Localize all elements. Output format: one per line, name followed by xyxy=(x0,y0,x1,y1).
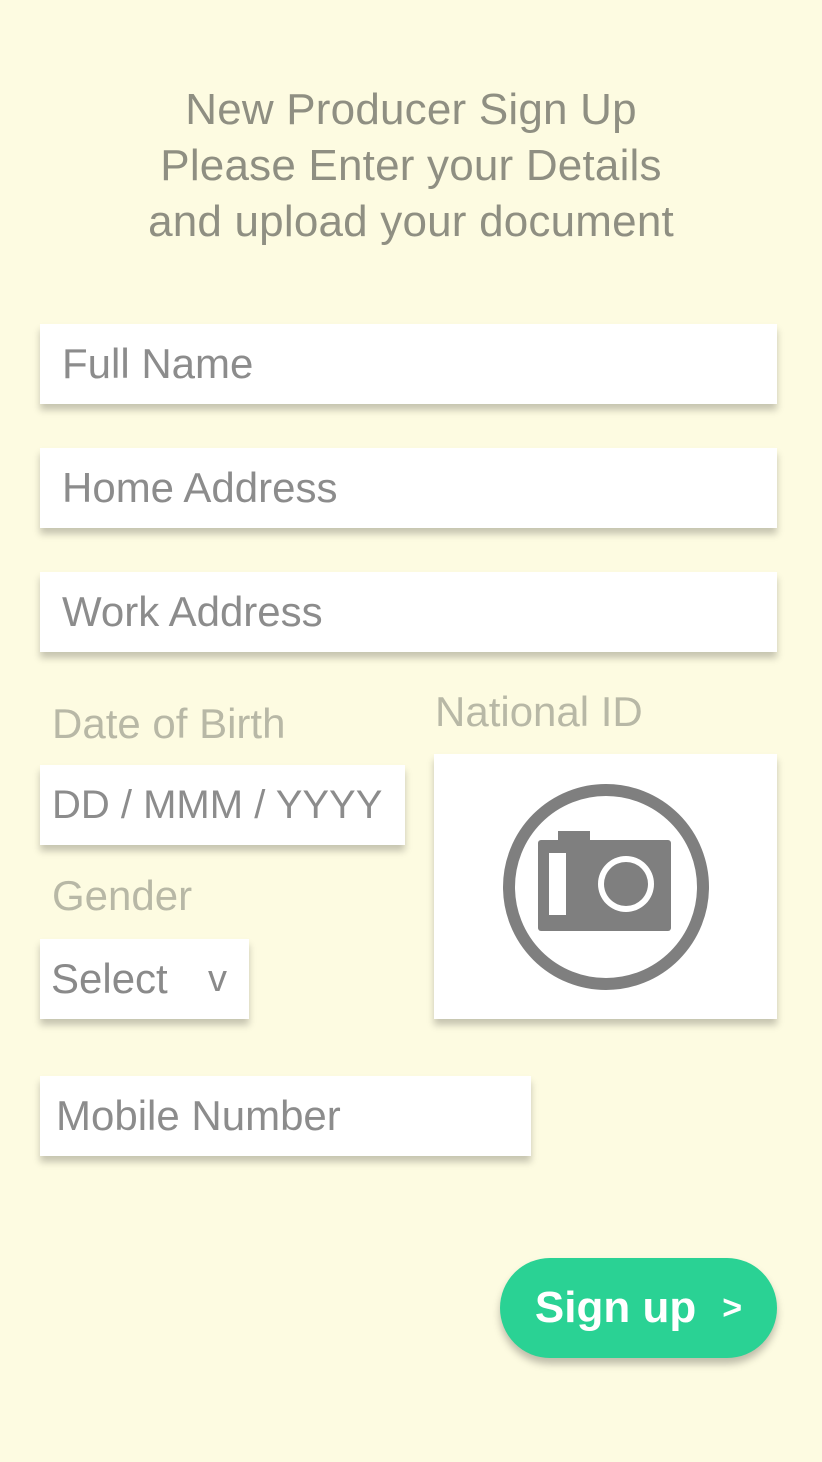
national-id-upload-button[interactable] xyxy=(434,754,777,1019)
home-address-input[interactable] xyxy=(40,448,777,528)
dob-label: Date of Birth xyxy=(52,700,286,747)
page-title: New Producer Sign Up xyxy=(185,85,637,134)
full-name-input[interactable] xyxy=(40,324,777,404)
dob-input[interactable] xyxy=(40,765,405,845)
page-header: New Producer Sign Up Please Enter your D… xyxy=(0,82,822,250)
mobile-number-field[interactable] xyxy=(40,1076,531,1156)
camera-icon xyxy=(502,783,709,990)
gender-label: Gender xyxy=(52,872,193,919)
chevron-right-icon: > xyxy=(722,1288,743,1327)
gender-select[interactable]: Select v xyxy=(40,939,249,1019)
page-subtitle-line2: and upload your document xyxy=(148,197,674,246)
sign-up-button[interactable]: Sign up > xyxy=(500,1258,777,1358)
national-id-label: National ID xyxy=(435,688,643,735)
work-address-field[interactable] xyxy=(40,572,777,652)
mobile-number-input[interactable] xyxy=(40,1076,531,1156)
home-address-field[interactable] xyxy=(40,448,777,528)
gender-selected-value: Select xyxy=(51,955,168,1002)
sign-up-label: Sign up xyxy=(534,1283,697,1332)
dob-field[interactable] xyxy=(40,765,405,845)
full-name-field[interactable] xyxy=(40,324,777,404)
page-subtitle-line1: Please Enter your Details xyxy=(160,141,662,190)
chevron-down-icon: v xyxy=(208,957,227,1000)
work-address-input[interactable] xyxy=(40,572,777,652)
